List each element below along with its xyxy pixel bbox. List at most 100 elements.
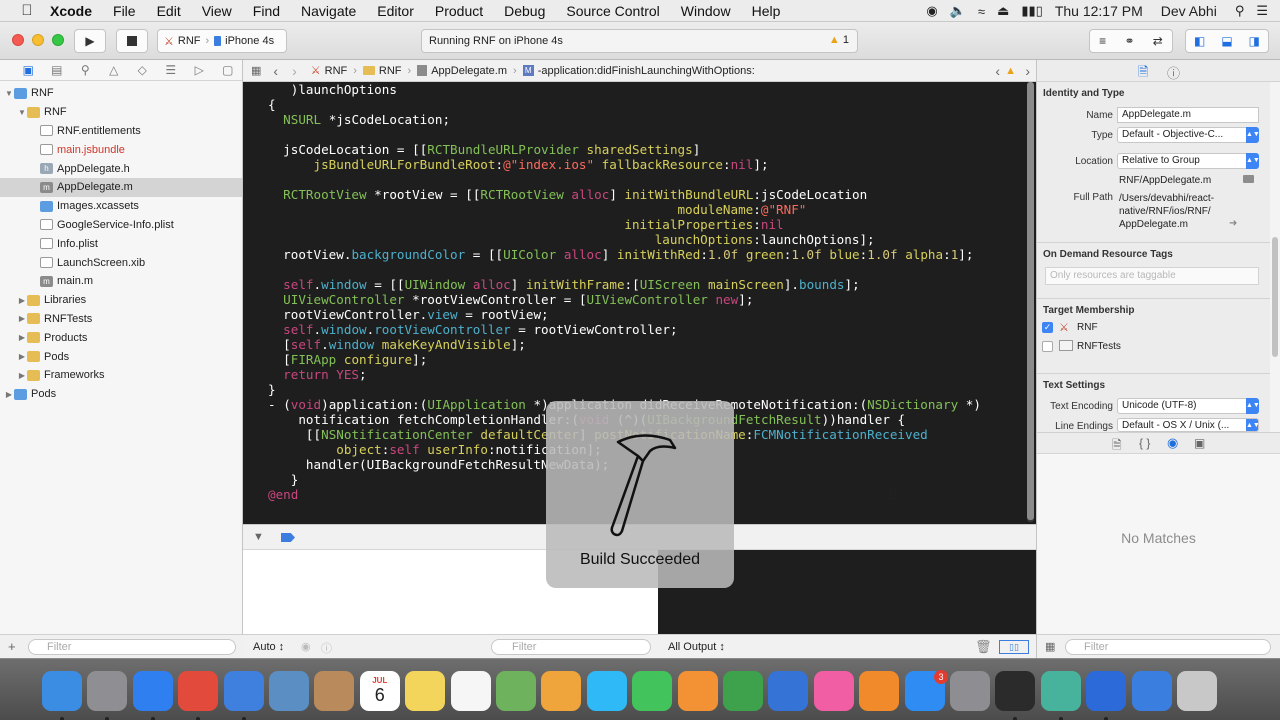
trash-icon[interactable]: 🗑 [975, 639, 992, 655]
dock-numbers-icon[interactable] [723, 671, 763, 711]
close-window-button[interactable] [12, 34, 24, 46]
code-line[interactable]: self.window.rootViewController = rootVie… [268, 322, 981, 337]
forward-arrow-icon[interactable]: › [292, 63, 297, 79]
code-line[interactable]: return YES; [268, 367, 981, 382]
code-line[interactable]: jsCodeLocation = [[RCTBundleURLProvider … [268, 142, 981, 157]
dock-maps-icon[interactable] [496, 671, 536, 711]
file-tree-row[interactable]: RNF.entitlements [0, 122, 242, 141]
editor-mode-segmented[interactable]: ≡ ⚭ ⇄ [1089, 29, 1173, 53]
file-tree-row[interactable]: ▶ Pods [0, 347, 242, 366]
volume-icon[interactable]: 🔈 [950, 3, 966, 19]
view-toggle-segmented[interactable]: ◧ ⬓ ◨ [1185, 29, 1269, 53]
dock-preview-icon[interactable] [269, 671, 309, 711]
console-output-popup[interactable]: All Output ↕ [668, 641, 725, 653]
jump-segment-method[interactable]: -application:didFinishLaunchingWithOptio… [538, 65, 755, 77]
eye-icon[interactable]: ◉ [301, 640, 311, 653]
menu-editor[interactable]: Editor [377, 3, 414, 19]
jump-segment-project[interactable]: RNF [325, 65, 348, 77]
file-tree-row[interactable]: GoogleService-Info.plist [0, 216, 242, 235]
menu-product[interactable]: Product [435, 3, 483, 19]
disclosure-closed-icon[interactable]: ▶ [17, 352, 27, 361]
disclosure-open-icon[interactable]: ▼ [4, 89, 14, 98]
inspector-scrollbar[interactable] [1270, 82, 1280, 432]
add-file-icon[interactable]: + [8, 639, 16, 654]
object-library-icon[interactable]: ◉ [1167, 435, 1178, 451]
code-line[interactable]: jsBundleURLForBundleRoot:@"index.ios" fa… [268, 157, 981, 172]
record-icon[interactable]: ◉ [926, 3, 937, 19]
file-tree-row[interactable]: m main.m [0, 272, 242, 291]
menu-clock[interactable]: Thu 12:17 PM [1055, 3, 1143, 19]
assistant-editor-icon[interactable]: ⚭ [1124, 34, 1134, 48]
battery-icon[interactable]: ▮▮▯ [1021, 3, 1042, 19]
menu-window[interactable]: Window [681, 3, 731, 19]
breakpoint-navigator-tab-icon[interactable]: ▷ [185, 63, 214, 77]
dock-launchpad-icon[interactable] [87, 671, 128, 711]
code-line[interactable]: initialProperties:nil [268, 217, 981, 232]
menu-edit[interactable]: Edit [157, 3, 181, 19]
menu-view[interactable]: View [202, 3, 232, 19]
reveal-in-finder-icon[interactable]: ➜ [1229, 218, 1237, 229]
code-line[interactable]: moduleName:@"RNF" [268, 202, 981, 217]
code-line[interactable]: [FIRApp configure]; [268, 352, 981, 367]
file-tree-row[interactable]: Info.plist [0, 234, 242, 253]
info-icon[interactable]: ⓘ [321, 640, 332, 656]
disclosure-open-icon[interactable]: ▼ [17, 108, 27, 117]
symbol-navigator-tab-icon[interactable]: ▤ [43, 63, 72, 77]
dock-chrome-icon[interactable] [178, 671, 219, 711]
breakpoints-toggle-icon[interactable] [281, 533, 295, 542]
file-tree-row[interactable]: h AppDelegate.h [0, 159, 242, 178]
apple-menu-icon[interactable]:  [18, 2, 36, 19]
code-line[interactable] [268, 262, 981, 277]
find-navigator-tab-icon[interactable]: ⚲ [71, 63, 100, 77]
dock-itunes-icon[interactable] [813, 671, 854, 711]
variables-scope-popup[interactable]: Auto ↕ [253, 641, 284, 653]
dock-contacts-icon[interactable] [314, 671, 355, 711]
code-line[interactable]: rootView.backgroundColor = [[UIColor all… [268, 247, 981, 262]
code-line[interactable]: launchOptions:launchOptions]; [268, 232, 981, 247]
jump-segment-file[interactable]: AppDelegate.m [431, 65, 507, 77]
dock-system-preferences-icon[interactable] [950, 671, 990, 711]
code-line[interactable]: RCTRootView *rootView = [[RCTRootView al… [268, 187, 981, 202]
dock-facetime-icon[interactable] [632, 671, 673, 711]
debug-navigator-tab-icon[interactable]: ☰ [157, 63, 186, 77]
file-tree-row[interactable]: ▼ RNF [0, 103, 242, 122]
dock-xcode-icon[interactable] [223, 671, 264, 711]
standard-editor-icon[interactable]: ≡ [1099, 34, 1106, 48]
toggle-debug-area-icon[interactable]: ⬓ [1221, 34, 1232, 48]
file-tree-row[interactable]: Images.xcassets [0, 197, 242, 216]
dock-trash-icon[interactable] [1177, 671, 1217, 711]
menu-file[interactable]: File [113, 3, 136, 19]
code-line[interactable]: )launchOptions [268, 82, 981, 97]
previous-issue-icon[interactable]: ‹ [995, 63, 1000, 79]
wifi-icon[interactable]: ≈ [978, 4, 985, 19]
editor-scrollbar[interactable] [1027, 82, 1034, 522]
dock-xcode-tool-icon[interactable] [1131, 671, 1172, 711]
dock-pages-icon[interactable] [677, 671, 718, 711]
dock-reminders-icon[interactable] [450, 671, 491, 711]
code-line[interactable]: UIViewController *rootViewController = [… [268, 292, 981, 307]
toggle-navigator-icon[interactable]: ◧ [1194, 34, 1205, 48]
dock-notes-icon[interactable] [405, 671, 446, 711]
menu-debug[interactable]: Debug [504, 3, 545, 19]
disclosure-closed-icon[interactable]: ▶ [4, 390, 14, 399]
dock-atom-icon[interactable] [1040, 671, 1081, 711]
media-library-icon[interactable]: ▣ [1194, 436, 1205, 450]
dock-messages-icon[interactable] [586, 671, 627, 711]
name-field[interactable]: AppDelegate.m [1117, 107, 1259, 123]
menu-app[interactable]: Xcode [50, 3, 92, 19]
menu-find[interactable]: Find [253, 3, 280, 19]
code-line[interactable]: } [268, 382, 981, 397]
menu-source-control[interactable]: Source Control [566, 3, 659, 19]
notification-center-icon[interactable]: ☰ [1256, 3, 1268, 19]
menu-navigate[interactable]: Navigate [301, 3, 356, 19]
warning-icon[interactable]: ▲ [1005, 65, 1016, 77]
jump-segment-group[interactable]: RNF [379, 65, 402, 77]
quick-help-tab-icon[interactable]: ⓘ [1167, 63, 1180, 82]
dock-calendar-icon[interactable]: JUL 6 [359, 671, 400, 711]
next-issue-icon[interactable]: › [1025, 63, 1030, 79]
code-snippet-library-icon[interactable]: { } [1139, 436, 1150, 450]
variables-filter-input[interactable]: Filter [491, 639, 651, 655]
report-navigator-tab-icon[interactable]: ▢ [214, 63, 243, 77]
code-line[interactable]: { [268, 97, 981, 112]
line-endings-popup[interactable]: Default - OS X / Unix (... ▲▼ [1117, 418, 1259, 432]
